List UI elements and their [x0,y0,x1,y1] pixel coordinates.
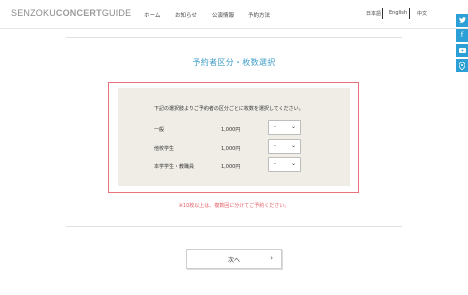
chevron-down-icon: ⌄ [290,123,296,130]
site-logo[interactable]: SENZOKUCONCERTGUIDE [11,8,131,18]
bottom-divider [66,226,402,227]
lang-chinese[interactable]: 中文 [417,10,427,17]
nav-performances[interactable]: 公演情報 [212,11,234,19]
chevron-right-icon: › [270,254,273,262]
quantity-select-other-school-student[interactable]: - ⌄ [268,139,301,154]
ticket-price-our-student-staff: 1,000円 [221,164,241,170]
quantity-select-value: - [274,124,276,130]
lang-divider [382,8,383,19]
chevron-down-icon: ⌄ [290,142,296,149]
ticket-selection-panel [118,88,350,186]
ticket-price-general: 1,000円 [221,127,241,133]
ticket-label-general: 一般 [154,127,165,133]
quantity-select-value: - [274,161,276,167]
selection-instruction: 下記の選択肢よりご予約者の区分ごとに枚数を選択してください。 [154,106,304,112]
next-button[interactable]: 次へ › [186,249,282,269]
facebook-icon[interactable]: f [456,29,468,42]
page-title: 予約者区分・枚数選択 [192,58,276,67]
lang-english[interactable]: English [389,10,407,16]
logo-text-senzoku: SENZOKU [11,8,56,18]
quantity-select-value: - [274,143,276,149]
lang-japanese[interactable]: 日本語 [366,10,381,17]
youtube-icon[interactable] [456,44,468,57]
chevron-down-icon: ⌄ [290,160,296,167]
next-button-label: 次へ [227,257,240,264]
twitter-icon[interactable] [456,14,468,27]
lang-divider [409,8,410,19]
quantity-limit-note: ※10枚以上は、複数回に分けてご予約ください。 [178,203,290,209]
ticket-label-other-school-student: 他校学生 [154,146,175,152]
nav-reservation-method[interactable]: 予約方法 [248,11,270,19]
quantity-select-general[interactable]: - ⌄ [268,120,301,135]
ticket-label-our-student-staff: 本学学生・教職員 [154,164,195,170]
site-header: SENZOKUCONCERTGUIDE ホーム お知らせ 公演情報 予約方法 日… [0,0,468,29]
quantity-select-our-student-staff[interactable]: - ⌄ [268,157,301,172]
nav-home[interactable]: ホーム [144,11,160,19]
top-divider [66,37,402,38]
nav-news[interactable]: お知らせ [175,11,197,19]
ticket-price-other-school-student: 1,000円 [221,146,241,152]
logo-text-guide: GUIDE [101,8,132,18]
logo-text-concert: CONCERT [55,8,102,18]
